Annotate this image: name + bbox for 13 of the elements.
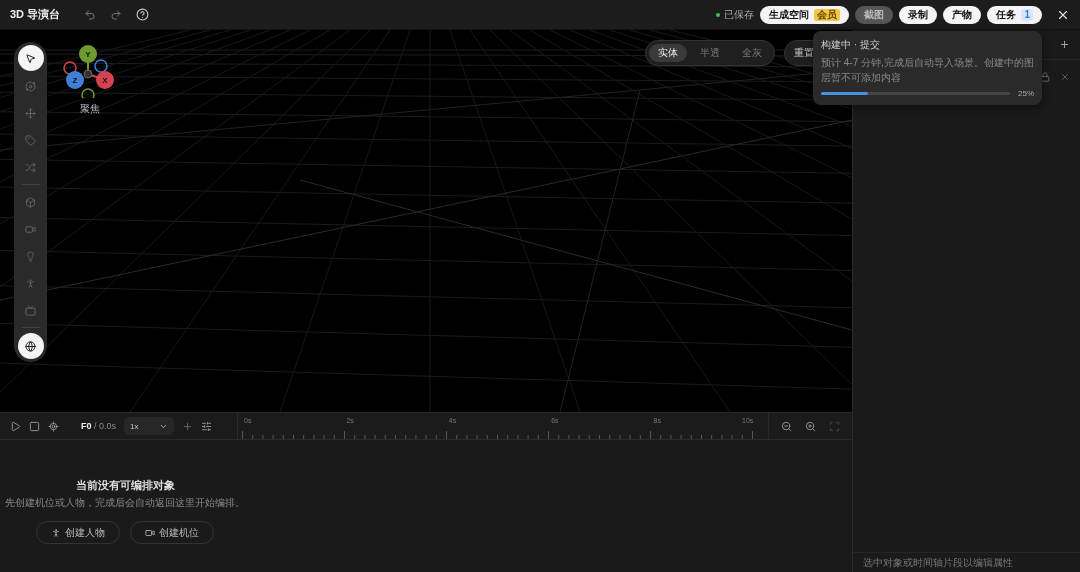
popover-title: 构建中 · 提交 [821,38,881,52]
inspector-hint: 选中对象或时间轴片段以编辑属性 [853,552,1080,572]
gizmo-label: 聚焦 [80,102,100,116]
axis-gizmo-drawing: Y Z X [60,42,120,98]
progress-percent: 25% [1018,89,1034,98]
member-badge: 会员 [814,8,841,21]
timecode: F0 / 0.0s [81,421,117,431]
count-badge: 1 [1021,8,1033,21]
empty-message: 先创建机位或人物，完成后会自动返回这里开始编排。 [5,496,245,510]
save-status: 已保存 [724,7,755,22]
popover-message: 预计 4-7 分钟,完成后自动导入场景。创建中的图层暂不可添加内容 [821,56,1034,85]
app-title: 3D 导演台 [10,7,61,22]
empty-title: 当前没有可编排对象 [75,478,175,493]
